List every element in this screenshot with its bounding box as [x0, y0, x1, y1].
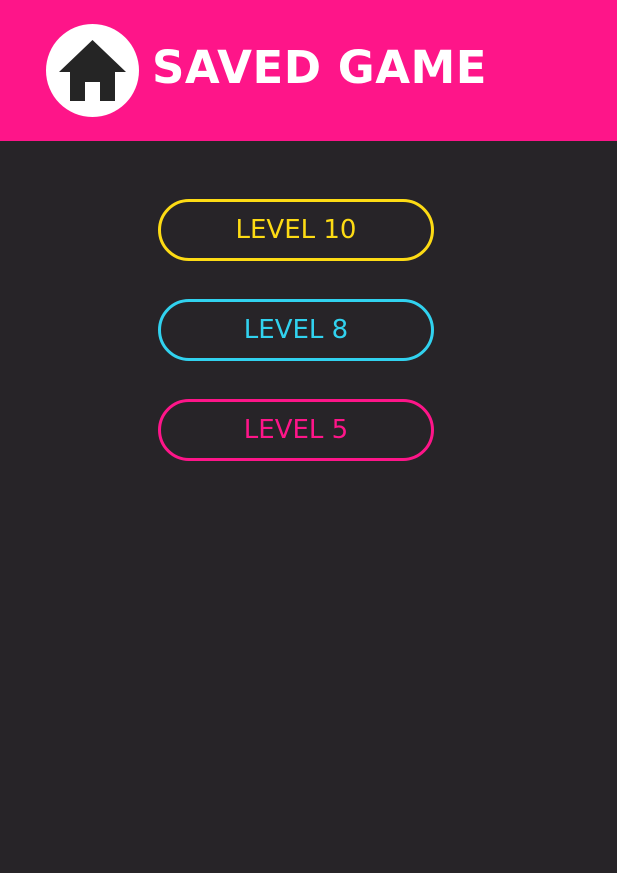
- saved-levels-list: LEVEL 10 LEVEL 8 LEVEL 5: [158, 199, 434, 499]
- header-bar: SAVED GAME: [0, 0, 617, 141]
- level-8-button[interactable]: LEVEL 8: [158, 299, 434, 361]
- app: SAVED GAME LEVEL 10 LEVEL 8 LEVEL 5: [0, 0, 617, 873]
- page-title: SAVED GAME: [152, 41, 488, 94]
- level-5-button[interactable]: LEVEL 5: [158, 399, 434, 461]
- home-button[interactable]: [46, 24, 139, 117]
- home-icon: [59, 40, 126, 101]
- level-10-button[interactable]: LEVEL 10: [158, 199, 434, 261]
